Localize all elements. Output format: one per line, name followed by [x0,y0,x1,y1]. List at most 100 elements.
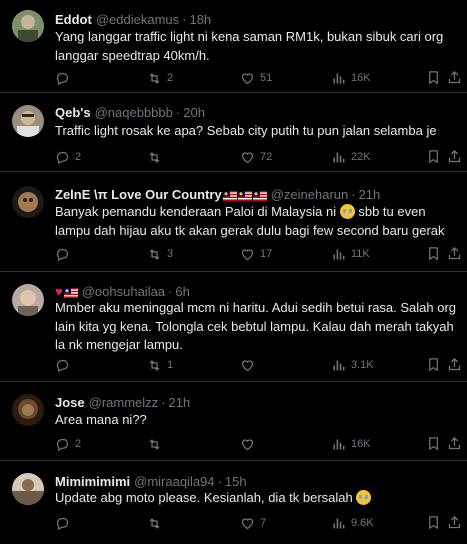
display-name[interactable]: Qeb's [55,105,91,120]
share-icon [448,436,461,450]
avatar[interactable] [12,10,44,42]
views-button[interactable]: 9.6K [331,513,374,533]
bookmark-button[interactable] [426,357,441,375]
retweet-button[interactable]: 3 [147,244,173,264]
display-name[interactable]: Mimimimimi [55,474,130,489]
malaysia-flag-icon [63,286,78,298]
like-button[interactable]: 17 [240,244,272,264]
view-count: 9.6K [351,517,374,529]
reply-feed: Eddot @eddiekamus · 18h Yang langgar tra… [0,0,467,544]
retweet-button[interactable] [147,434,167,454]
share-button[interactable] [447,515,462,533]
display-name[interactable]: ZelnE \π Love Our Country [55,187,222,202]
reply-button[interactable] [55,355,75,375]
view-count: 11K [351,248,370,260]
retweet-button[interactable]: 2 [147,68,173,88]
reply-icon [56,438,69,451]
bar-chart-icon [333,249,345,259]
bar-chart-icon [333,518,345,528]
avatar[interactable] [12,284,44,316]
tweet-3[interactable]: ZelnE \π Love Our Country @zeineharun · … [0,172,467,272]
view-count: 22K [351,151,371,163]
tweet-1[interactable]: Eddot @eddiekamus · 18h Yang langgar tra… [0,0,467,93]
timestamp[interactable]: 21h [359,187,381,202]
handle[interactable]: @rammelzz [89,395,159,410]
tweet-header: Mimimimimi @miraaqila94 · 15h [55,472,457,490]
share-button[interactable] [447,149,462,167]
separator-dot: · [175,104,181,120]
reply-button[interactable] [55,68,75,88]
timestamp[interactable]: 6h [175,284,189,299]
share-button[interactable] [447,357,462,375]
timestamp[interactable]: 20h [183,105,205,120]
like-button[interactable]: 72 [240,147,272,167]
handle[interactable]: @oohsuhailaa [82,284,165,299]
heart-icon [241,517,254,529]
views-button[interactable]: 11K [331,244,370,264]
reply-button[interactable] [55,244,75,264]
avatar[interactable] [12,394,44,426]
like-button[interactable]: 7 [240,513,266,533]
bookmark-button[interactable] [426,70,441,88]
heart-icon [241,151,254,163]
handle[interactable]: @naqebbbbb [95,105,173,120]
avatar[interactable] [12,105,44,137]
display-name[interactable]: Eddot [55,12,92,27]
bookmark-icon [429,247,438,261]
display-name[interactable]: Jose [55,395,85,410]
tweet-5[interactable]: Jose @rammelzz · 21h Area mana ni?? 2 16… [0,382,467,461]
bookmark-button[interactable] [426,515,441,533]
bookmark-button[interactable] [426,149,441,167]
bookmark-button[interactable] [426,246,441,264]
tweet-header: Eddot @eddiekamus · 18h [55,10,457,28]
retweet-icon [149,248,160,260]
tweet-text: Yang langgar traffic light ni kena saman… [55,29,444,63]
reply-button[interactable] [55,513,75,533]
views-button[interactable]: 16K [331,68,371,88]
like-button[interactable]: 51 [240,68,272,88]
views-button[interactable]: 16K [331,434,371,454]
retweet-icon [149,359,160,371]
like-button[interactable] [240,434,260,454]
bar-chart-icon [333,439,345,449]
views-button[interactable]: 3.1K [331,355,374,375]
tweet-text: Banyak pemandu kenderaan Paloi di Malays… [55,203,457,240]
views-button[interactable]: 22K [331,147,371,167]
tweet-6[interactable]: Mimimimimi @miraaqila94 · 15h Update abg… [0,461,467,544]
tweet-header: ♥ @oohsuhailaa · 6h [55,282,457,300]
retweet-button[interactable]: 1 [147,355,173,375]
timestamp[interactable]: 21h [169,395,191,410]
handle[interactable]: @miraaqila94 [134,474,214,489]
bookmark-icon [429,71,438,85]
reply-icon [56,359,69,372]
retweet-button[interactable] [147,513,167,533]
share-button[interactable] [447,70,462,88]
tweet-header: ZelnE \π Love Our Country @zeineharun · … [55,185,457,203]
reply-count: 2 [75,151,82,163]
handle[interactable]: @eddiekamus [96,12,179,27]
share-button[interactable] [447,246,462,264]
reply-button[interactable]: 2 [55,434,81,454]
bookmark-icon [429,516,438,530]
avatar[interactable] [12,473,44,505]
retweet-count: 1 [167,359,174,371]
bookmark-icon [429,437,438,451]
timestamp[interactable]: 15h [225,474,247,489]
reply-button[interactable]: 2 [55,147,81,167]
retweet-button[interactable] [147,147,167,167]
view-count: 16K [351,72,371,84]
tweet-4[interactable]: ♥ @oohsuhailaa · 6h Mmber aku meninggal … [0,272,467,382]
like-count: 7 [260,517,267,529]
bookmark-button[interactable] [426,436,441,454]
retweet-icon [149,151,160,163]
tweet-2[interactable]: Qeb's @naqebbbbb · 20h Traffic light ros… [0,93,467,172]
avatar[interactable] [12,186,44,218]
timestamp[interactable]: 18h [189,12,211,27]
action-bar: 2 51 16K [55,68,462,88]
share-button[interactable] [447,436,462,454]
bookmark-icon [429,358,438,372]
share-icon [448,246,461,260]
share-icon [448,149,461,163]
handle[interactable]: @zeineharun [271,187,349,202]
like-button[interactable] [240,355,260,375]
